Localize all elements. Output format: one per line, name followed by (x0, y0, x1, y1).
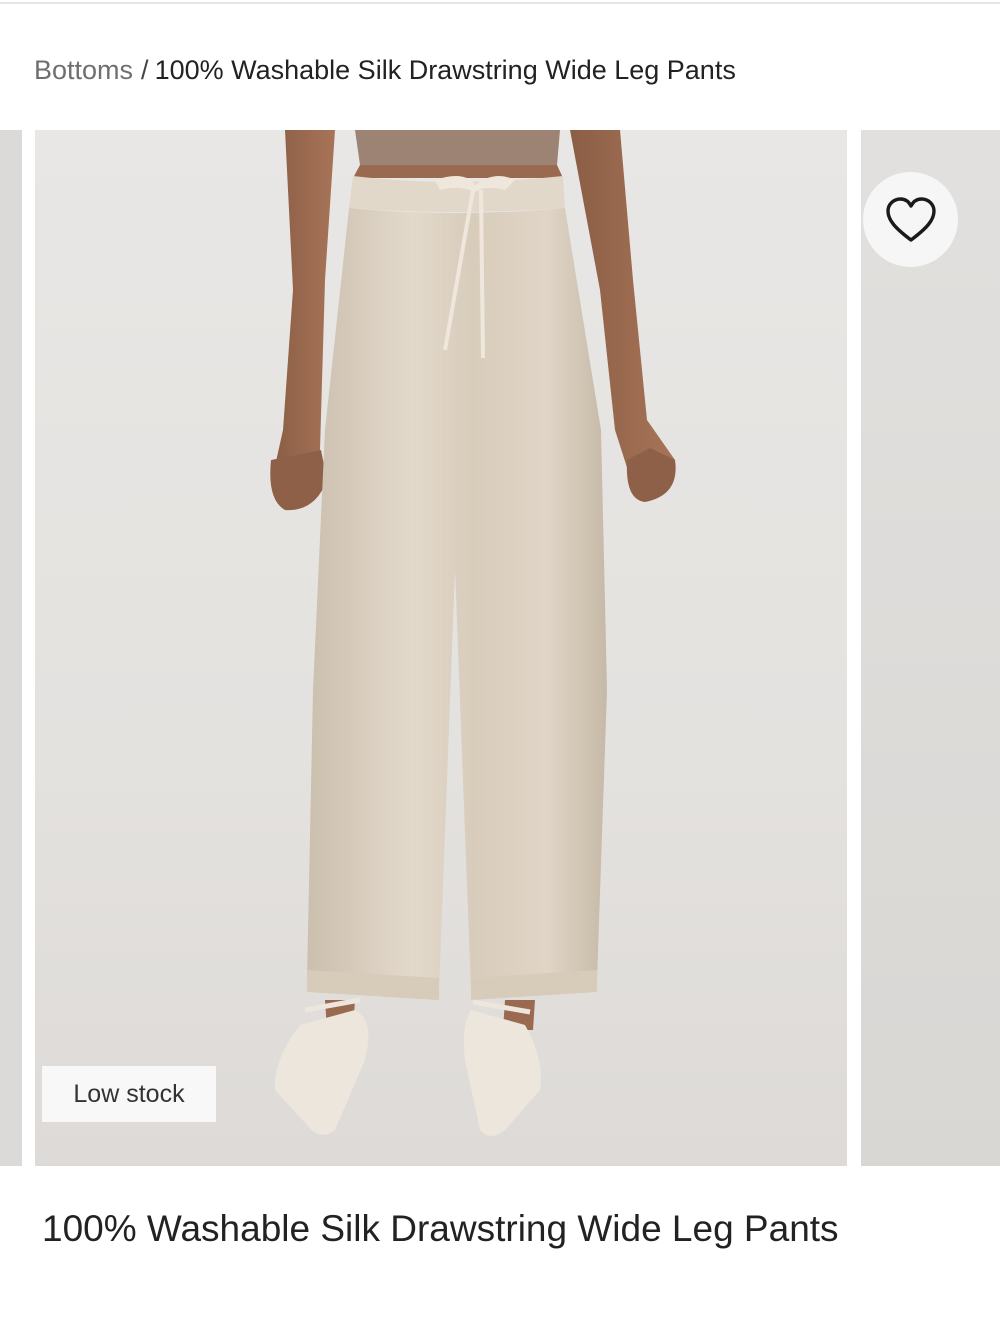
breadcrumb-current: 100% Washable Silk Drawstring Wide Leg P… (154, 55, 736, 85)
add-to-wishlist-button[interactable] (863, 172, 958, 267)
low-stock-badge: Low stock (42, 1066, 216, 1122)
product-image-carousel[interactable] (0, 130, 1000, 1166)
product-photo (270, 130, 676, 1136)
carousel-next-slide[interactable] (861, 130, 1000, 1166)
breadcrumb: Bottoms /100% Washable Silk Drawstring Wi… (34, 52, 736, 88)
carousel-current-slide[interactable] (35, 130, 847, 1166)
carousel-previous-slide[interactable] (0, 130, 22, 1166)
breadcrumb-separator: / (141, 55, 149, 85)
heart-outline-icon (885, 196, 936, 242)
top-divider (0, 2, 1000, 4)
product-title: 100% Washable Silk Drawstring Wide Leg P… (42, 1208, 839, 1249)
breadcrumb-link-bottoms[interactable]: Bottoms (34, 55, 133, 85)
